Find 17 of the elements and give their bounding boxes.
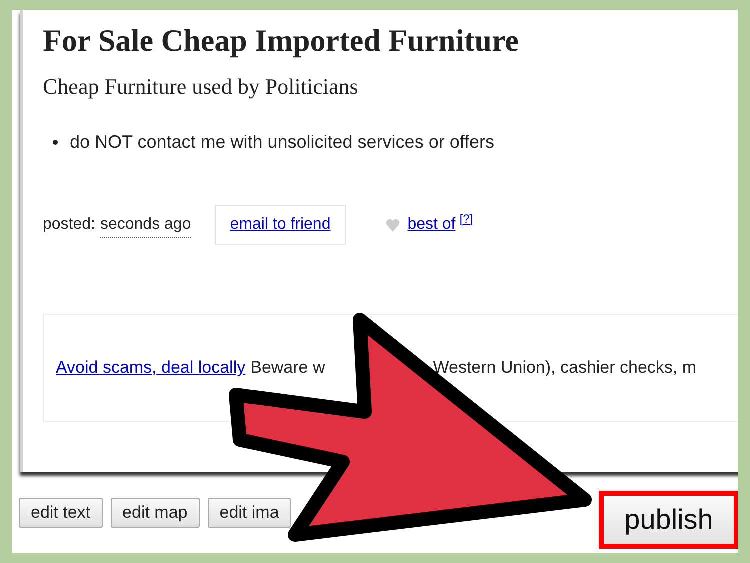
bullet-icon [53, 140, 58, 145]
email-to-friend-link[interactable]: email to friend [215, 205, 346, 245]
publish-button[interactable]: publish [599, 491, 738, 549]
best-of-link[interactable]: best of [408, 213, 456, 237]
posting-title: For Sale Cheap Imported Furniture [43, 24, 520, 58]
posted-label: posted: [43, 215, 96, 235]
heart-icon [386, 218, 400, 232]
bullet-text: do NOT contact me with unsolicited services or offers [70, 131, 495, 154]
help-link[interactable]: [?] [460, 210, 474, 228]
posted-time: seconds ago [100, 212, 192, 238]
edit-button[interactable]: edit text [19, 498, 103, 528]
avoid-scams-link[interactable]: Avoid scams, deal locally [56, 355, 246, 381]
notice-text: Beware w [250, 357, 326, 380]
notice-text: Western Union), cashier checks, m [433, 357, 697, 380]
posting-subtitle: Cheap Furniture used by Politicians [43, 73, 360, 101]
edit-button[interactable]: edit map [110, 498, 200, 528]
edit-button[interactable]: edit ima [208, 498, 292, 528]
